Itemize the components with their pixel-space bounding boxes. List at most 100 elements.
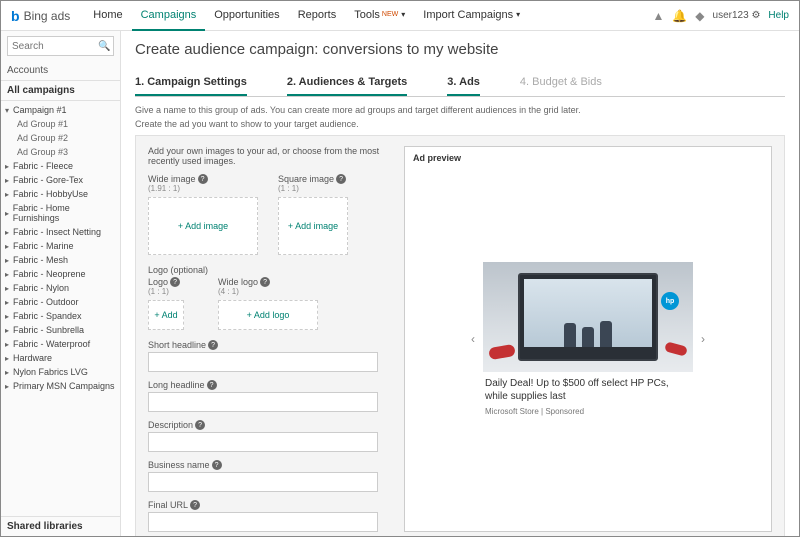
square-image-ratio: (1 : 1) bbox=[278, 184, 348, 193]
search-icon[interactable]: 🔍 bbox=[98, 41, 114, 52]
help-icon[interactable]: ? bbox=[208, 340, 218, 350]
description-label: Description bbox=[148, 420, 193, 430]
search-input[interactable]: 🔍 bbox=[7, 36, 114, 56]
tree-item[interactable]: ▸Fabric - HobbyUse bbox=[1, 187, 120, 201]
tree-item[interactable]: ▸Fabric - Neoprene bbox=[1, 267, 120, 281]
nav-import-label: Import Campaigns bbox=[423, 9, 513, 21]
nav-import[interactable]: Import Campaigns▾ bbox=[414, 1, 529, 31]
tree-item[interactable]: ▸Fabric - Marine bbox=[1, 239, 120, 253]
help-icon[interactable]: ? bbox=[195, 420, 205, 430]
tree-item[interactable]: ▸Fabric - Fleece bbox=[1, 159, 120, 173]
tree-item[interactable]: ▸Hardware bbox=[1, 351, 120, 365]
tree-item-label: Fabric - HobbyUse bbox=[13, 189, 88, 199]
wide-image-label: Wide image bbox=[148, 174, 196, 184]
description-input[interactable] bbox=[148, 432, 378, 452]
bell-icon[interactable]: 🔔 bbox=[672, 9, 687, 23]
nav-campaigns[interactable]: Campaigns bbox=[132, 1, 206, 31]
ad-preview-panel: Ad preview ‹ hp Daily Deal! Up to $500 o… bbox=[404, 146, 772, 532]
caret-down-icon: ▾ bbox=[5, 106, 13, 115]
add-wide-image-label: + Add image bbox=[178, 221, 228, 231]
tree-item[interactable]: ▸Nylon Fabrics LVG bbox=[1, 365, 120, 379]
caret-right-icon: ▸ bbox=[5, 354, 13, 363]
tree-item-label: Fabric - Nylon bbox=[13, 283, 69, 293]
tree-item-label: Primary MSN Campaigns bbox=[13, 381, 115, 391]
tree-item-label: Fabric - Outdoor bbox=[13, 297, 79, 307]
tree-item[interactable]: ▸Primary MSN Campaigns bbox=[1, 379, 120, 393]
tree-item-label: Fabric - Waterproof bbox=[13, 339, 90, 349]
shared-libraries-heading[interactable]: Shared libraries bbox=[1, 516, 120, 536]
help-icon[interactable]: ? bbox=[260, 277, 270, 287]
tree-item[interactable]: ▸Fabric - Outdoor bbox=[1, 295, 120, 309]
nav-opportunities[interactable]: Opportunities bbox=[205, 1, 288, 31]
tree-item-label: Nylon Fabrics LVG bbox=[13, 367, 88, 377]
tree-item-label: Fabric - Sunbrella bbox=[13, 325, 84, 335]
long-headline-input[interactable] bbox=[148, 392, 378, 412]
tree-subitem[interactable]: Ad Group #3 bbox=[1, 145, 120, 159]
add-square-image-label: + Add image bbox=[288, 221, 338, 231]
caret-right-icon: ▸ bbox=[5, 256, 13, 265]
add-wide-image-button[interactable]: + Add image bbox=[148, 197, 258, 255]
tree-item[interactable]: ▸Fabric - Mesh bbox=[1, 253, 120, 267]
tree-item[interactable]: ▸Fabric - Home Furnishings bbox=[1, 201, 120, 225]
help-icon[interactable]: ? bbox=[212, 460, 222, 470]
tree-item-label: Fabric - Fleece bbox=[13, 161, 73, 171]
tree-item[interactable]: ▸Fabric - Insect Netting bbox=[1, 225, 120, 239]
preview-card: hp Daily Deal! Up to $500 off select HP … bbox=[483, 262, 693, 416]
final-url-input[interactable] bbox=[148, 512, 378, 532]
nav-reports[interactable]: Reports bbox=[289, 1, 346, 31]
final-url-label: Final URL bbox=[148, 500, 188, 510]
image-instructions: Add your own images to your ad, or choos… bbox=[148, 146, 388, 166]
add-wide-logo-button[interactable]: + Add logo bbox=[218, 300, 318, 330]
logo-label: Logo bbox=[148, 277, 168, 287]
tree-item-label: Hardware bbox=[13, 353, 52, 363]
step-ads[interactable]: 3. Ads bbox=[447, 70, 480, 96]
help-icon[interactable]: ? bbox=[198, 174, 208, 184]
ribbon-graphic bbox=[664, 341, 688, 356]
cube-icon[interactable]: ◆ bbox=[695, 9, 704, 23]
alert-icon[interactable]: ▲ bbox=[652, 9, 664, 23]
nav-tools[interactable]: ToolsNEW▾ bbox=[345, 1, 414, 31]
all-campaigns-heading[interactable]: All campaigns bbox=[1, 81, 120, 101]
tree-subitem[interactable]: Ad Group #1 bbox=[1, 117, 120, 131]
wide-image-ratio: (1.91 : 1) bbox=[148, 184, 258, 193]
tree-subitem[interactable]: Ad Group #2 bbox=[1, 131, 120, 145]
help-link[interactable]: Help bbox=[768, 10, 789, 21]
add-square-image-button[interactable]: + Add image bbox=[278, 197, 348, 255]
search-field[interactable] bbox=[8, 41, 98, 52]
long-headline-label: Long headline bbox=[148, 380, 205, 390]
help-icon[interactable]: ? bbox=[207, 380, 217, 390]
step-campaign-settings[interactable]: 1. Campaign Settings bbox=[135, 70, 247, 96]
logo-mark: b bbox=[11, 8, 20, 24]
accounts-heading[interactable]: Accounts bbox=[1, 61, 120, 81]
tree-item[interactable]: ▾Campaign #1 bbox=[1, 103, 120, 117]
chevron-down-icon: ▾ bbox=[516, 10, 520, 19]
caret-right-icon: ▸ bbox=[5, 340, 13, 349]
short-headline-label: Short headline bbox=[148, 340, 206, 350]
tree-item[interactable]: ▸Fabric - Gore-Tex bbox=[1, 173, 120, 187]
help-icon[interactable]: ? bbox=[336, 174, 346, 184]
nav-home[interactable]: Home bbox=[84, 1, 131, 31]
user-menu[interactable]: user123 ⚙ bbox=[713, 10, 761, 21]
step-audiences-targets[interactable]: 2. Audiences & Targets bbox=[287, 70, 407, 96]
logo[interactable]: b Bing ads bbox=[11, 8, 70, 24]
wide-logo-ratio: (4 : 1) bbox=[218, 287, 318, 296]
ribbon-graphic bbox=[488, 344, 516, 360]
preview-prev-button[interactable]: ‹ bbox=[471, 332, 475, 346]
business-name-input[interactable] bbox=[148, 472, 378, 492]
square-image-label: Square image bbox=[278, 174, 334, 184]
caret-right-icon: ▸ bbox=[5, 228, 13, 237]
short-headline-input[interactable] bbox=[148, 352, 378, 372]
caret-right-icon: ▸ bbox=[5, 298, 13, 307]
add-logo-label: + Add bbox=[154, 310, 177, 320]
preview-next-button[interactable]: › bbox=[701, 332, 705, 346]
help-icon[interactable]: ? bbox=[190, 500, 200, 510]
tree-item-label: Fabric - Gore-Tex bbox=[13, 175, 83, 185]
tree-item[interactable]: ▸Fabric - Sunbrella bbox=[1, 323, 120, 337]
caret-right-icon: ▸ bbox=[5, 190, 13, 199]
add-logo-button[interactable]: + Add bbox=[148, 300, 184, 330]
help-icon[interactable]: ? bbox=[170, 277, 180, 287]
tree-item[interactable]: ▸Fabric - Waterproof bbox=[1, 337, 120, 351]
tree-item[interactable]: ▸Fabric - Nylon bbox=[1, 281, 120, 295]
top-nav: b Bing ads Home Campaigns Opportunities … bbox=[1, 1, 799, 31]
tree-item[interactable]: ▸Fabric - Spandex bbox=[1, 309, 120, 323]
